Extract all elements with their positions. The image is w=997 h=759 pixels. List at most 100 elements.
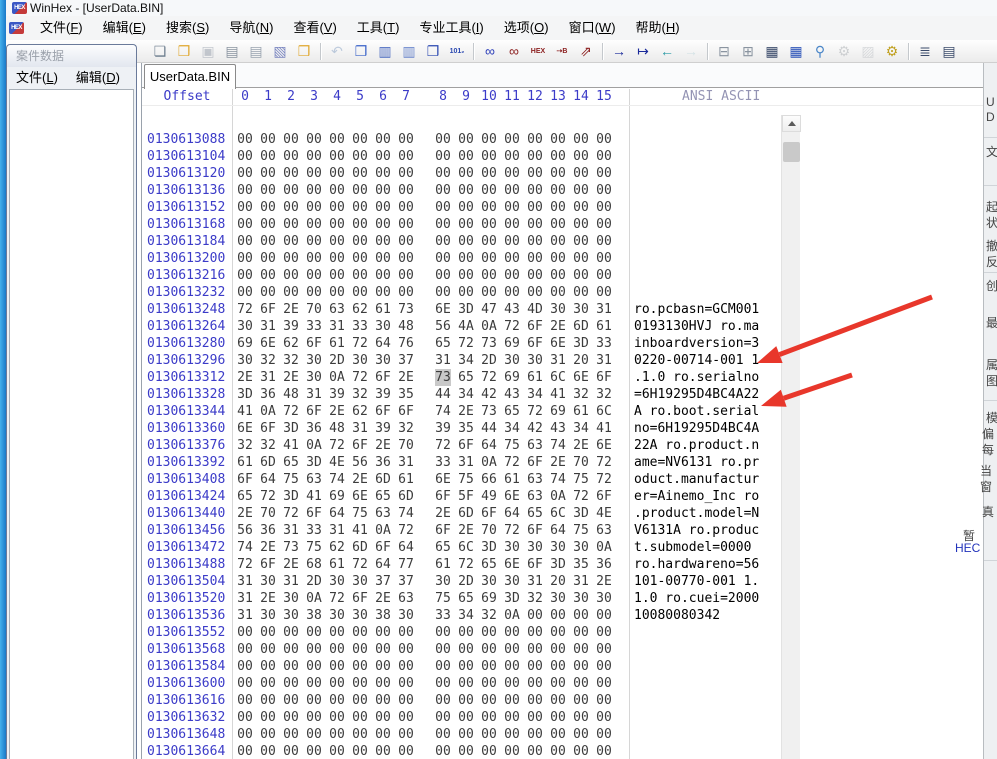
hex-byte[interactable]: 2E: [573, 437, 589, 454]
hex-byte[interactable]: 6F: [527, 556, 543, 573]
hex-byte[interactable]: 30: [435, 573, 451, 590]
hex-byte[interactable]: 00: [283, 182, 299, 199]
hex-byte[interactable]: 62: [283, 335, 299, 352]
hex-byte[interactable]: 00: [573, 675, 589, 692]
hex-byte[interactable]: 00: [352, 131, 368, 148]
hex-byte[interactable]: 31: [306, 386, 322, 403]
hex-byte[interactable]: 00: [306, 658, 322, 675]
hex-byte[interactable]: 00: [504, 624, 520, 641]
hex-byte[interactable]: 6F: [306, 403, 322, 420]
hex-byte[interactable]: 00: [398, 199, 414, 216]
hex-byte[interactable]: 3D: [283, 420, 299, 437]
hex-byte[interactable]: 31: [329, 522, 345, 539]
hex-byte[interactable]: 30: [329, 573, 345, 590]
hex-byte[interactable]: 6E: [435, 301, 451, 318]
hex-byte[interactable]: 00: [375, 148, 391, 165]
hex-byte[interactable]: 61: [527, 369, 543, 386]
hex-byte[interactable]: 00: [375, 216, 391, 233]
hex-byte[interactable]: 00: [398, 284, 414, 301]
hex-byte[interactable]: 00: [375, 624, 391, 641]
hex-byte[interactable]: 31: [435, 352, 451, 369]
hex-byte[interactable]: 00: [481, 658, 497, 675]
hex-byte[interactable]: 00: [237, 743, 253, 759]
hex-byte[interactable]: 00: [352, 216, 368, 233]
hex-byte[interactable]: 72: [573, 488, 589, 505]
hex-byte[interactable]: 30: [375, 318, 391, 335]
hex-byte[interactable]: 31: [398, 454, 414, 471]
hex-byte[interactable]: 6F: [306, 335, 322, 352]
hex-byte[interactable]: 6F: [375, 369, 391, 386]
hex-byte[interactable]: 31: [596, 352, 612, 369]
hex-byte[interactable]: 00: [573, 250, 589, 267]
hex-byte[interactable]: 00: [260, 250, 276, 267]
hex-byte[interactable]: 47: [481, 301, 497, 318]
hex-byte[interactable]: 00: [260, 743, 276, 759]
hex-byte[interactable]: 2E: [435, 505, 451, 522]
hex-byte[interactable]: 00: [458, 199, 474, 216]
hex-byte[interactable]: 69: [550, 403, 566, 420]
hex-byte[interactable]: 00: [398, 267, 414, 284]
hex-byte[interactable]: 44: [435, 386, 451, 403]
hex-byte[interactable]: 30: [237, 318, 253, 335]
hex-byte[interactable]: 30: [260, 607, 276, 624]
hex-byte[interactable]: 00: [550, 148, 566, 165]
hex-byte[interactable]: 00: [573, 182, 589, 199]
hex-byte[interactable]: 33: [306, 318, 322, 335]
ascii-text[interactable]: ro.pcbasn=GCM001: [634, 301, 759, 318]
hex-byte[interactable]: 00: [573, 267, 589, 284]
hex-byte[interactable]: 42: [527, 420, 543, 437]
hex-byte[interactable]: 00: [504, 182, 520, 199]
hex-byte[interactable]: 6F: [375, 403, 391, 420]
menu-item-F[interactable]: 文件(F): [30, 20, 93, 35]
ascii-text[interactable]: A ro.boot.serial: [634, 403, 759, 420]
hex-byte[interactable]: 6F: [596, 369, 612, 386]
hex-byte[interactable]: 4E: [329, 454, 345, 471]
hex-byte[interactable]: 00: [458, 675, 474, 692]
hex-byte[interactable]: 0A: [329, 369, 345, 386]
hex-byte[interactable]: 6E: [260, 335, 276, 352]
hex-byte[interactable]: 6E: [435, 471, 451, 488]
menu-item-I[interactable]: 专业工具(I): [409, 20, 493, 35]
hex-byte[interactable]: 00: [260, 658, 276, 675]
hex-byte[interactable]: 4E: [596, 505, 612, 522]
hex-byte[interactable]: 00: [504, 233, 520, 250]
hex-byte[interactable]: 61: [573, 403, 589, 420]
case-menu-item-L[interactable]: 文件(L): [16, 67, 58, 88]
hex-byte[interactable]: 2E: [550, 454, 566, 471]
hex-byte[interactable]: 00: [550, 284, 566, 301]
hex-byte[interactable]: 3D: [237, 386, 253, 403]
hex-byte[interactable]: 35: [398, 386, 414, 403]
hex-byte[interactable]: 00: [306, 624, 322, 641]
hex-byte[interactable]: 00: [398, 250, 414, 267]
hex-byte[interactable]: 00: [527, 743, 543, 759]
hex-byte[interactable]: 64: [329, 505, 345, 522]
hex-byte[interactable]: 00: [504, 148, 520, 165]
hex-byte[interactable]: 00: [458, 641, 474, 658]
hex-byte[interactable]: 00: [237, 692, 253, 709]
hex-byte[interactable]: 75: [352, 505, 368, 522]
hex-byte[interactable]: 00: [596, 726, 612, 743]
hex-byte[interactable]: 00: [283, 233, 299, 250]
ascii-text[interactable]: .product.model=N: [634, 505, 759, 522]
hex-byte[interactable]: 00: [435, 726, 451, 743]
hex-byte[interactable]: 37: [375, 573, 391, 590]
hex-byte[interactable]: 00: [435, 267, 451, 284]
hex-byte[interactable]: 00: [283, 199, 299, 216]
hex-byte[interactable]: 72: [329, 437, 345, 454]
hex-byte[interactable]: 00: [458, 267, 474, 284]
hex-byte[interactable]: 00: [352, 709, 368, 726]
paste-write-icon[interactable]: ▥: [374, 42, 396, 61]
hex-byte[interactable]: 74: [329, 471, 345, 488]
hex-byte[interactable]: 34: [573, 420, 589, 437]
hex-byte[interactable]: 61: [504, 471, 520, 488]
hex-byte[interactable]: 00: [435, 148, 451, 165]
hex-byte[interactable]: 2E: [375, 590, 391, 607]
ascii-text[interactable]: 22A ro.product.n: [634, 437, 759, 454]
hex-byte[interactable]: 31: [527, 573, 543, 590]
hex-byte[interactable]: 6F: [527, 335, 543, 352]
hex-byte[interactable]: 00: [504, 709, 520, 726]
hex-byte[interactable]: 00: [550, 624, 566, 641]
hex-byte[interactable]: 20: [550, 573, 566, 590]
hex-byte[interactable]: 00: [306, 692, 322, 709]
hex-byte[interactable]: 2E: [329, 403, 345, 420]
